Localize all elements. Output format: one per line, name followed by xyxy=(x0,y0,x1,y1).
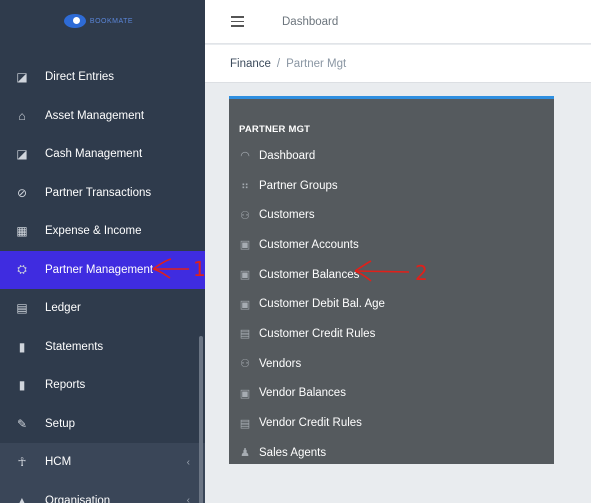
sidebar-item-statements[interactable]: ▮ Statements xyxy=(0,328,205,367)
sidebar-item-hcm[interactable]: ☥ HCM ‹ xyxy=(0,443,205,482)
annotation-number-1: 1 xyxy=(193,257,206,281)
panel-title: PARTNER MGT xyxy=(239,124,311,135)
sidebar-item-label: HCM xyxy=(45,456,72,469)
rules-icon: ▤ xyxy=(239,328,251,341)
panel-item-dashboard[interactable]: ◠ Dashboard xyxy=(238,141,548,171)
account-icon: ▣ xyxy=(239,239,251,252)
breadcrumb-finance[interactable]: Finance xyxy=(230,58,271,70)
sidebar-item-organisation[interactable]: ▲ Organisation ‹ xyxy=(0,481,205,503)
sidebar-scrollbar[interactable] xyxy=(199,336,203,503)
panel-item-vendor-balances[interactable]: ▣ Vendor Balances xyxy=(238,379,548,409)
panel-item-customer-credit-rules[interactable]: ▤ Customer Credit Rules xyxy=(238,319,548,349)
dashboard-icon: ◠ xyxy=(240,150,250,163)
panel-item-partner-groups[interactable]: ⠶ Partner Groups xyxy=(238,171,548,201)
partner-transactions-icon: ⊘ xyxy=(16,185,28,200)
statements-icon: ▮ xyxy=(18,339,26,354)
chevron-left-icon: ‹ xyxy=(186,495,190,503)
group-icon: ⠶ xyxy=(240,180,250,193)
partner-management-icon: ⛭ xyxy=(17,262,27,277)
logo-icon xyxy=(63,14,86,28)
sidebar-item-label: Setup xyxy=(45,417,76,430)
panel-item-label: Customer Credit Rules xyxy=(259,327,376,340)
panel-item-label: Customer Balances xyxy=(259,268,360,281)
sidebar-item-label: Statements xyxy=(45,340,104,353)
wrench-icon: ✎ xyxy=(16,416,28,431)
panel-item-label: Sales Agents xyxy=(259,446,327,459)
panel-item-label: Vendor Balances xyxy=(259,387,346,400)
customers-icon: ⚇ xyxy=(240,209,250,222)
sidebar-item-direct-entries[interactable]: ◪ Direct Entries xyxy=(0,58,205,97)
sidebar-item-label: Reports xyxy=(45,379,86,392)
asset-icon: ⌂ xyxy=(18,108,26,123)
annotation-arrow-1: 1 xyxy=(152,257,206,281)
sidebar-item-partner-transactions[interactable]: ⊘ Partner Transactions xyxy=(0,174,205,213)
panel-item-label: Customer Debit Bal. Age xyxy=(259,298,385,311)
sidebar-item-label: Expense & Income xyxy=(45,225,142,238)
breadcrumb-partner-mgt: Partner Mgt xyxy=(286,57,347,70)
chevron-left-icon: ‹ xyxy=(186,456,190,468)
direct-entries-icon: ◪ xyxy=(16,70,28,85)
panel-item-customer-debit-bal-age[interactable]: ▣ Customer Debit Bal. Age xyxy=(238,289,548,319)
sidebar-item-label: Partner Transactions xyxy=(45,186,152,199)
panel-item-vendors[interactable]: ⚇ Vendors xyxy=(238,349,548,379)
panel-item-label: Customers xyxy=(259,209,315,222)
logo-text: BOOKMATE xyxy=(89,17,134,25)
sidebar-item-expense-income[interactable]: ▦ Expense & Income xyxy=(0,212,205,251)
sidebar-item-label: Asset Management xyxy=(45,109,145,122)
sidebar-item-label: Partner Management xyxy=(45,263,154,276)
hamburger-menu-icon[interactable] xyxy=(231,16,244,27)
panel-item-label: Customer Accounts xyxy=(259,238,359,251)
panel-item-label: Partner Groups xyxy=(259,179,338,192)
organisation-icon: ▲ xyxy=(16,493,28,503)
balance-icon: ▣ xyxy=(239,269,251,282)
person-icon: ☥ xyxy=(17,455,27,470)
annotation-number-2: 2 xyxy=(415,261,428,282)
vendors-icon: ⚇ xyxy=(240,358,250,371)
sidebar: BOOKMATE ◪ Direct Entries ⌂ Asset Manage… xyxy=(0,0,205,503)
ledger-icon: ▤ xyxy=(16,301,28,316)
breadcrumb-separator: / xyxy=(276,57,281,70)
logo[interactable]: BOOKMATE xyxy=(0,0,205,42)
reports-icon: ▮ xyxy=(18,378,26,393)
panel-item-vendor-credit-rules[interactable]: ▤ Vendor Credit Rules xyxy=(238,408,548,438)
panel-menu: ◠ Dashboard ⠶ Partner Groups ⚇ Customers… xyxy=(238,141,548,468)
top-bar: Dashboard xyxy=(205,0,591,44)
annotation-arrow-2: 2 xyxy=(354,260,428,282)
agent-icon: ♟ xyxy=(240,447,250,460)
sidebar-item-setup[interactable]: ✎ Setup xyxy=(0,405,205,444)
panel-item-sales-agents[interactable]: ♟ Sales Agents xyxy=(238,438,548,468)
debit-icon: ▣ xyxy=(239,298,251,311)
calculator-icon: ▦ xyxy=(16,224,28,239)
panel-item-label: Vendors xyxy=(259,357,302,370)
sidebar-item-label: Direct Entries xyxy=(45,71,115,84)
sidebar-item-label: Cash Management xyxy=(45,148,143,161)
panel-item-label: Vendor Credit Rules xyxy=(259,417,362,430)
sidebar-item-cash-management[interactable]: ◪ Cash Management xyxy=(0,135,205,174)
sidebar-item-asset-management[interactable]: ⌂ Asset Management xyxy=(0,97,205,136)
vendor-balance-icon: ▣ xyxy=(239,387,251,400)
breadcrumb: Finance / Partner Mgt xyxy=(205,45,591,83)
page-title: Dashboard xyxy=(282,15,339,28)
panel-item-label: Dashboard xyxy=(259,149,316,162)
sidebar-item-reports[interactable]: ▮ Reports xyxy=(0,366,205,405)
sidebar-item-label: Organisation xyxy=(45,494,111,503)
panel-item-customer-accounts[interactable]: ▣ Customer Accounts xyxy=(238,230,548,260)
sidebar-item-ledger[interactable]: ▤ Ledger xyxy=(0,289,205,328)
sidebar-item-label: Ledger xyxy=(45,302,81,315)
vendor-rules-icon: ▤ xyxy=(239,417,251,430)
panel-item-customers[interactable]: ⚇ Customers xyxy=(238,200,548,230)
cash-icon: ◪ xyxy=(16,147,28,162)
